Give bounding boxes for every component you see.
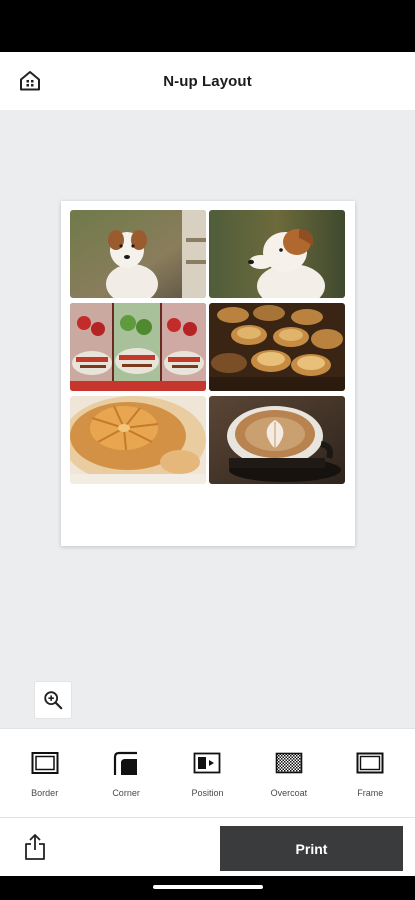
tool-border-label: Border bbox=[31, 788, 59, 798]
tool-overcoat-label: Overcoat bbox=[270, 788, 308, 798]
frame-icon bbox=[355, 748, 385, 778]
photo-tile-snack-bags[interactable] bbox=[70, 303, 206, 391]
preview-canvas bbox=[0, 110, 415, 728]
corner-icon bbox=[111, 748, 141, 778]
position-icon bbox=[192, 748, 222, 778]
system-navigation-bar bbox=[0, 876, 415, 900]
photo-tile-baked-tarts[interactable] bbox=[209, 303, 345, 391]
home-gesture-pill[interactable] bbox=[153, 885, 263, 889]
photo-tile-fruit-pie[interactable] bbox=[70, 396, 206, 484]
photo-tile-dog-left[interactable] bbox=[70, 210, 206, 298]
photo-tile-latte[interactable] bbox=[209, 396, 345, 484]
tool-frame[interactable]: Frame bbox=[335, 748, 405, 798]
border-icon bbox=[30, 748, 60, 778]
edit-toolbar: Border Corner Position Overcoat Frame bbox=[0, 728, 415, 818]
share-icon[interactable] bbox=[20, 832, 50, 862]
bottom-action-bar: Print bbox=[0, 818, 415, 876]
print-button[interactable]: Print bbox=[220, 826, 403, 871]
tool-overcoat[interactable]: Overcoat bbox=[254, 748, 324, 798]
tool-position[interactable]: Position bbox=[172, 748, 242, 798]
tool-position-label: Position bbox=[191, 788, 224, 798]
overcoat-icon bbox=[274, 748, 304, 778]
status-bar bbox=[0, 0, 415, 52]
tool-corner[interactable]: Corner bbox=[91, 748, 161, 798]
page-title: N-up Layout bbox=[163, 72, 252, 90]
tool-corner-label: Corner bbox=[112, 788, 140, 798]
tool-border[interactable]: Border bbox=[10, 748, 80, 798]
app-header: N-up Layout bbox=[0, 52, 415, 110]
tool-frame-label: Frame bbox=[357, 788, 384, 798]
photo-tile-dog-right[interactable] bbox=[209, 210, 345, 298]
print-paper-preview bbox=[61, 201, 355, 546]
zoom-in-icon[interactable] bbox=[35, 682, 71, 718]
home-icon[interactable] bbox=[18, 69, 42, 93]
